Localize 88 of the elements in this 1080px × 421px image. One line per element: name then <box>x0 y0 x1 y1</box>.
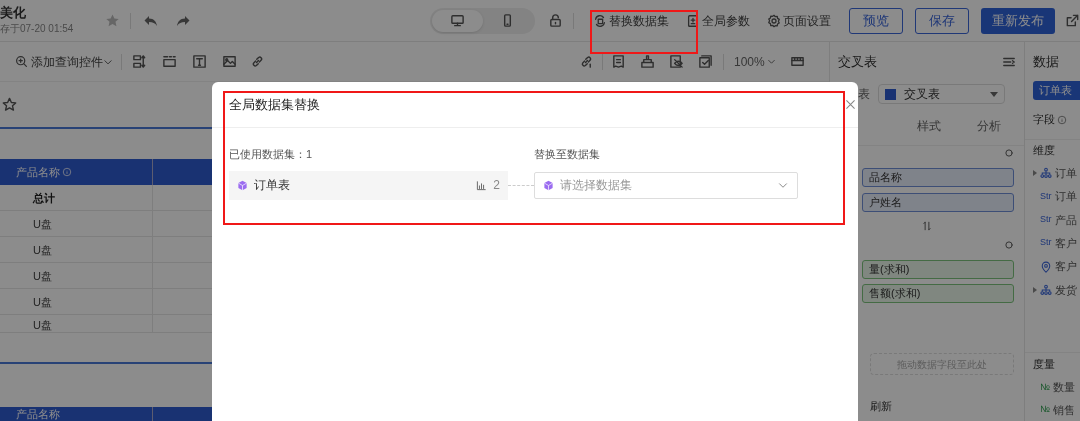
dataset-name: 订单表 <box>254 177 291 194</box>
column-header: 产品名称 <box>16 408 60 421</box>
field-item[interactable]: 订单 <box>1055 164 1077 182</box>
table-cell: U盘 <box>33 318 52 332</box>
value-field-pill[interactable]: 售额(求和) <box>862 284 1014 303</box>
cube-icon[interactable] <box>237 179 248 191</box>
field-item[interactable]: 产品 <box>1054 211 1077 228</box>
location-pin-icon[interactable] <box>1040 260 1052 273</box>
hierarchy-icon[interactable] <box>1040 166 1052 179</box>
target-label: 替换至数据集 <box>534 147 601 162</box>
export-icon[interactable] <box>1065 13 1080 28</box>
dataset-select[interactable]: 请选择数据集 <box>534 171 798 199</box>
type-tag: Str <box>1040 236 1052 250</box>
menu-icon[interactable] <box>1002 55 1016 69</box>
header-button[interactable]: 保存 <box>915 7 969 34</box>
layout-icon[interactable] <box>132 54 147 69</box>
cube-icon[interactable] <box>543 179 554 191</box>
swap-vertical-icon[interactable] <box>922 221 932 231</box>
table-cell: 总计 <box>33 190 55 205</box>
link-icon[interactable] <box>250 54 265 69</box>
zoom-in-icon[interactable] <box>15 55 28 68</box>
tab-container-icon[interactable] <box>162 54 177 69</box>
dialog-title: 全局数据集替换 <box>229 95 320 114</box>
header-button[interactable]: 预览 <box>849 7 903 34</box>
section-label: 度量 <box>1033 357 1055 373</box>
usage-count: 2 <box>493 177 500 194</box>
chart-type-select[interactable]: 交叉表 <box>878 84 1005 104</box>
hierarchy-icon[interactable] <box>1040 284 1052 297</box>
desktop-view-tab[interactable] <box>432 9 483 32</box>
panel-tab[interactable]: 分析 <box>977 116 1001 135</box>
toolbar-action[interactable]: 全局参数 <box>686 11 750 30</box>
field-item[interactable]: 客户 <box>1055 258 1077 275</box>
toolbar-action[interactable]: 页面设置 <box>767 11 831 30</box>
ruler-icon[interactable] <box>789 54 805 69</box>
table-cell: U盘 <box>33 242 52 257</box>
field-item[interactable]: 客户 <box>1054 234 1077 252</box>
expand-icon[interactable] <box>1033 287 1037 294</box>
field-label: 表 <box>858 86 870 103</box>
settings-icon[interactable] <box>767 13 781 28</box>
report-icon[interactable] <box>611 54 626 69</box>
add-control-dropdown[interactable]: 添加查询控件 <box>31 52 103 71</box>
row-field-pill[interactable]: 户姓名 <box>862 193 1014 212</box>
table-icon <box>885 88 896 100</box>
toolbar-action[interactable]: 替换数据集 <box>593 11 669 30</box>
row-field-pill[interactable]: 品名称 <box>862 168 1014 187</box>
type-tag: № <box>1040 403 1050 417</box>
value-field-pill[interactable]: 量(求和) <box>862 260 1014 279</box>
type-tag: Str <box>1040 189 1052 204</box>
brush-icon[interactable] <box>640 54 655 69</box>
bar-chart-icon[interactable] <box>476 179 488 191</box>
image-icon[interactable] <box>222 54 237 69</box>
swap-icon[interactable] <box>593 13 607 28</box>
field-item[interactable]: 销售 <box>1052 401 1075 418</box>
settings-icon[interactable] <box>1004 148 1014 158</box>
text-icon[interactable] <box>192 54 207 69</box>
zoom-dropdown[interactable]: 100% <box>734 52 765 71</box>
hide-icon[interactable] <box>669 54 684 69</box>
expand-icon[interactable] <box>1033 169 1037 176</box>
column-header: 产品名称 <box>16 164 60 180</box>
panel-title: 数据 <box>1033 52 1059 71</box>
type-tag: № <box>1040 380 1050 395</box>
star-outline-icon[interactable] <box>2 97 17 112</box>
section-label: 维度 <box>1033 143 1055 159</box>
monitor-icon[interactable] <box>450 13 466 28</box>
field-item[interactable]: 发货 <box>1055 281 1077 299</box>
info-icon[interactable] <box>1057 114 1067 125</box>
type-tag: Str <box>1040 213 1052 227</box>
section-label: 字段 <box>1033 112 1055 128</box>
publish-button[interactable]: 重新发布 <box>981 7 1055 34</box>
auto-refresh-label: 刷新 <box>870 400 892 412</box>
panel-tab[interactable]: 样式 <box>917 116 941 135</box>
dataset-tab[interactable]: 订单表 <box>1033 81 1080 101</box>
field-item[interactable]: 订单 <box>1054 188 1077 205</box>
used-datasets-label: 已使用数据集：1 <box>229 147 314 162</box>
caret-icon[interactable] <box>766 57 776 66</box>
panel-title: 交叉表 <box>838 53 877 72</box>
field-item[interactable]: 数量 <box>1052 379 1075 396</box>
link-settings-icon[interactable] <box>579 54 594 69</box>
lock-icon[interactable] <box>548 13 564 28</box>
star-icon[interactable] <box>105 13 121 28</box>
table-cell: U盘 <box>33 294 52 309</box>
settings-icon[interactable] <box>1004 240 1014 250</box>
caret-icon <box>990 91 998 97</box>
table-cell: U盘 <box>33 268 52 283</box>
checkbox-icon[interactable] <box>698 54 713 69</box>
report-title: 美化 <box>0 4 27 21</box>
close-icon[interactable] <box>844 98 857 111</box>
table-cell: U盘 <box>33 216 52 231</box>
